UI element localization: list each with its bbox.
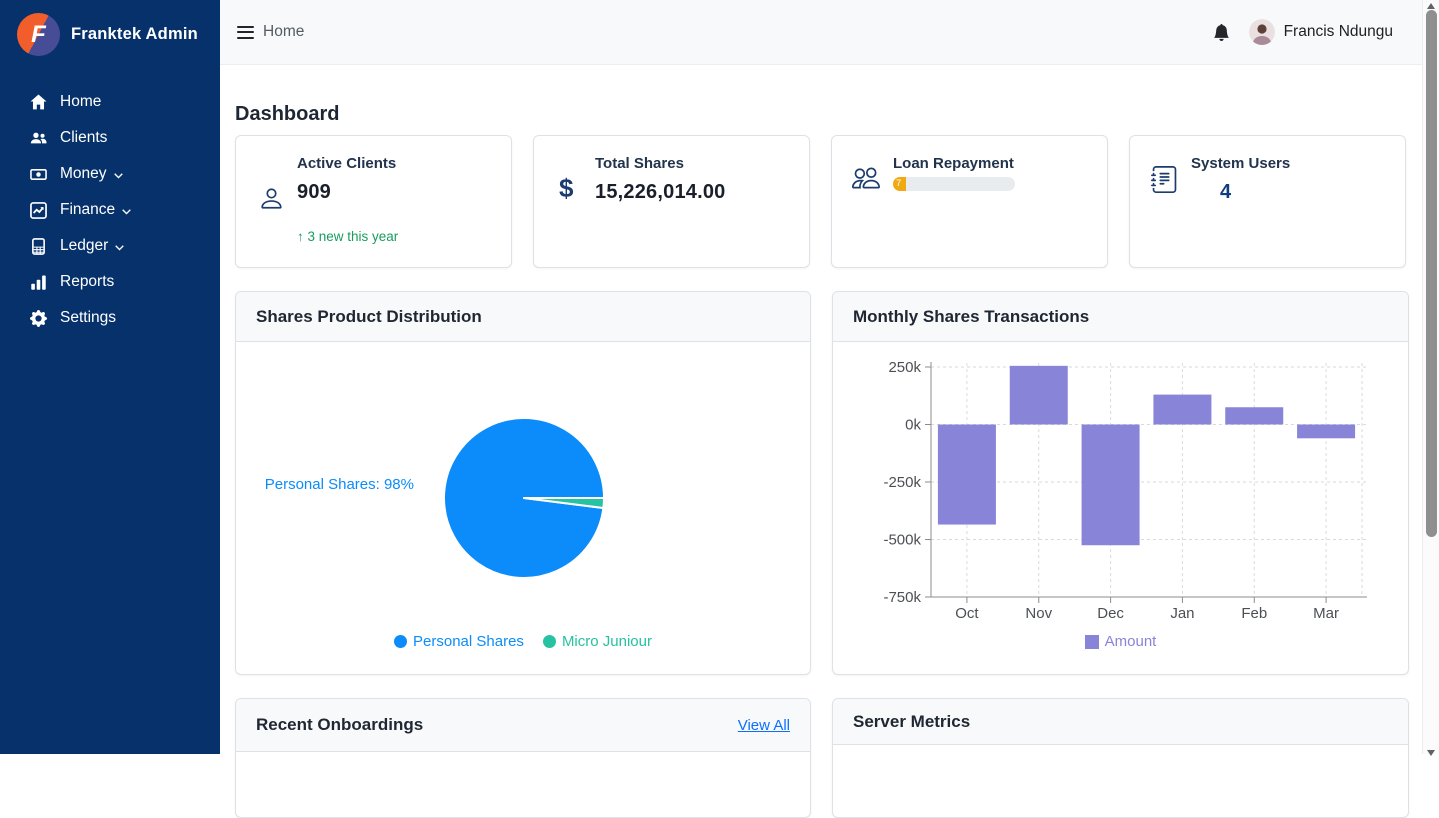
legend-square-icon — [1085, 635, 1099, 649]
card-title: Server Metrics — [853, 712, 970, 732]
brand: F Franktek Admin — [0, 0, 220, 68]
active-clients-card: Active Clients 909 ↑ 3 new this year — [235, 135, 512, 268]
user-name[interactable]: Francis Ndungu — [1284, 23, 1393, 41]
house-icon — [30, 94, 47, 111]
notifications-button[interactable] — [1213, 24, 1230, 41]
stat-subtitle: ↑ 3 new this year — [297, 229, 495, 244]
stat-title: Active Clients — [297, 155, 495, 172]
stat-title: System Users — [1191, 155, 1389, 172]
legend-label: Amount — [1105, 633, 1157, 650]
vertical-scrollbar — [1422, 0, 1439, 754]
legend-dot-icon — [543, 635, 556, 648]
svg-text:Jan: Jan — [1170, 605, 1194, 622]
card-title: Recent Onboardings — [256, 715, 423, 735]
svg-text:250k: 250k — [888, 359, 921, 376]
avatar-image — [1249, 19, 1275, 45]
svg-text:-500k: -500k — [883, 532, 921, 549]
monthly-transactions-card: Monthly Shares Transactions 250k 0k -250k -… — [832, 291, 1409, 675]
barchart-icon — [30, 274, 47, 291]
person-icon — [258, 185, 285, 212]
legend-label: Personal Shares — [413, 633, 524, 650]
legend-item-personal-shares[interactable]: Personal Shares — [394, 633, 524, 650]
sidebar-item-label: Ledger — [60, 237, 108, 255]
loan-progress-fill: 7 — [893, 177, 906, 191]
franktek-logo-icon: F — [17, 13, 60, 56]
svg-text:Nov: Nov — [1025, 605, 1052, 622]
cash-icon — [30, 166, 47, 183]
card-title: Monthly Shares Transactions — [833, 292, 1408, 342]
gear-icon — [30, 310, 47, 327]
pie-chart[interactable] — [442, 416, 606, 580]
charts-row: Shares Product Distribution Personal Sha… — [235, 291, 1422, 675]
sidebar-item-label: Finance — [60, 201, 115, 219]
card-title: Shares Product Distribution — [236, 292, 810, 342]
chevron-down-icon — [118, 206, 135, 217]
legend-dot-icon — [394, 635, 407, 648]
sidebar-item-finance[interactable]: Finance — [0, 192, 220, 228]
topbar: Home Francis Ndungu — [220, 0, 1439, 65]
sidebar-item-reports[interactable]: Reports — [0, 264, 220, 300]
people-icon — [30, 130, 47, 147]
legend-item-amount[interactable]: Amount — [1085, 633, 1157, 650]
chevron-down-icon — [111, 242, 128, 253]
svg-text:Dec: Dec — [1097, 605, 1124, 622]
loan-repayment-progress: 7 — [893, 177, 1015, 191]
stat-cards-row: Active Clients 909 ↑ 3 new this year $ T… — [235, 135, 1422, 268]
journal-icon — [30, 238, 47, 255]
stat-value: 909 — [297, 181, 495, 204]
sidebar-item-settings[interactable]: Settings — [0, 300, 220, 336]
dollar-icon: $ — [559, 173, 573, 204]
sidebar-item-label: Money — [60, 165, 107, 183]
legend-item-micro-juniour[interactable]: Micro Juniour — [543, 633, 652, 650]
pie-label-personal-shares: Personal Shares: 98% — [264, 476, 414, 493]
stat-value: 4 — [1220, 181, 1389, 204]
breadcrumb[interactable]: Home — [263, 23, 304, 41]
bar-legend: Amount — [833, 633, 1408, 650]
svg-text:-250k: -250k — [883, 474, 921, 491]
stat-title: Loan Repayment — [893, 155, 1091, 172]
menu-toggle-icon[interactable] — [237, 26, 254, 39]
sidebar-item-label: Home — [60, 93, 101, 111]
stat-value: 15,226,014.00 — [595, 181, 793, 204]
bottom-row: Recent Onboardings View All Server Metri… — [235, 698, 1422, 818]
system-users-card: System Users 4 — [1129, 135, 1406, 268]
scrollbar-thumb[interactable] — [1426, 10, 1437, 537]
stat-title: Total Shares — [595, 155, 793, 172]
sidebar-item-money[interactable]: Money — [0, 156, 220, 192]
brand-name: Franktek Admin — [71, 25, 198, 44]
sidebar-item-ledger[interactable]: Ledger — [0, 228, 220, 264]
sidebar-item-label: Reports — [60, 273, 114, 291]
pie-legend: Personal Shares Micro Juniour — [236, 633, 810, 650]
view-all-link[interactable]: View All — [738, 717, 790, 734]
legend-label: Micro Juniour — [562, 633, 652, 650]
svg-text:Feb: Feb — [1241, 605, 1267, 622]
sidebar-item-clients[interactable]: Clients — [0, 120, 220, 156]
shares-distribution-card: Shares Product Distribution Personal Sha… — [235, 291, 811, 675]
sidebar-item-home[interactable]: Home — [0, 84, 220, 120]
chevron-down-icon — [110, 170, 127, 181]
document-icon — [1151, 166, 1178, 193]
page-title: Dashboard — [235, 103, 1422, 126]
svg-text:0k: 0k — [905, 417, 921, 434]
sidebar: F Franktek Admin Home Clients Money Fina… — [0, 0, 220, 754]
recent-onboardings-card: Recent Onboardings View All — [235, 698, 811, 818]
scroll-up-arrow-icon[interactable] — [1427, 3, 1435, 9]
user-avatar[interactable] — [1249, 19, 1275, 45]
chart-icon — [30, 202, 47, 219]
svg-text:Mar: Mar — [1313, 605, 1339, 622]
svg-text:-750k: -750k — [883, 589, 921, 606]
loan-repayment-card: Loan Repayment 7 — [831, 135, 1108, 268]
scroll-down-arrow-icon[interactable] — [1427, 750, 1435, 756]
main-content: Dashboard Active Clients 909 ↑ 3 new thi… — [220, 66, 1422, 754]
people-group-icon — [852, 164, 880, 192]
sidebar-nav: Home Clients Money Finance Ledger Report… — [0, 84, 220, 336]
svg-text:Oct: Oct — [955, 605, 979, 622]
server-metrics-card: Server Metrics — [832, 698, 1409, 818]
total-shares-card: $ Total Shares 15,226,014.00 — [533, 135, 810, 268]
bar-chart[interactable]: 250k 0k -250k -500k -750k Oct Nov Dec Jan Feb Mar — [849, 349, 1389, 623]
sidebar-item-label: Clients — [60, 129, 107, 147]
sidebar-item-label: Settings — [60, 309, 116, 327]
bell-icon — [1213, 24, 1230, 41]
